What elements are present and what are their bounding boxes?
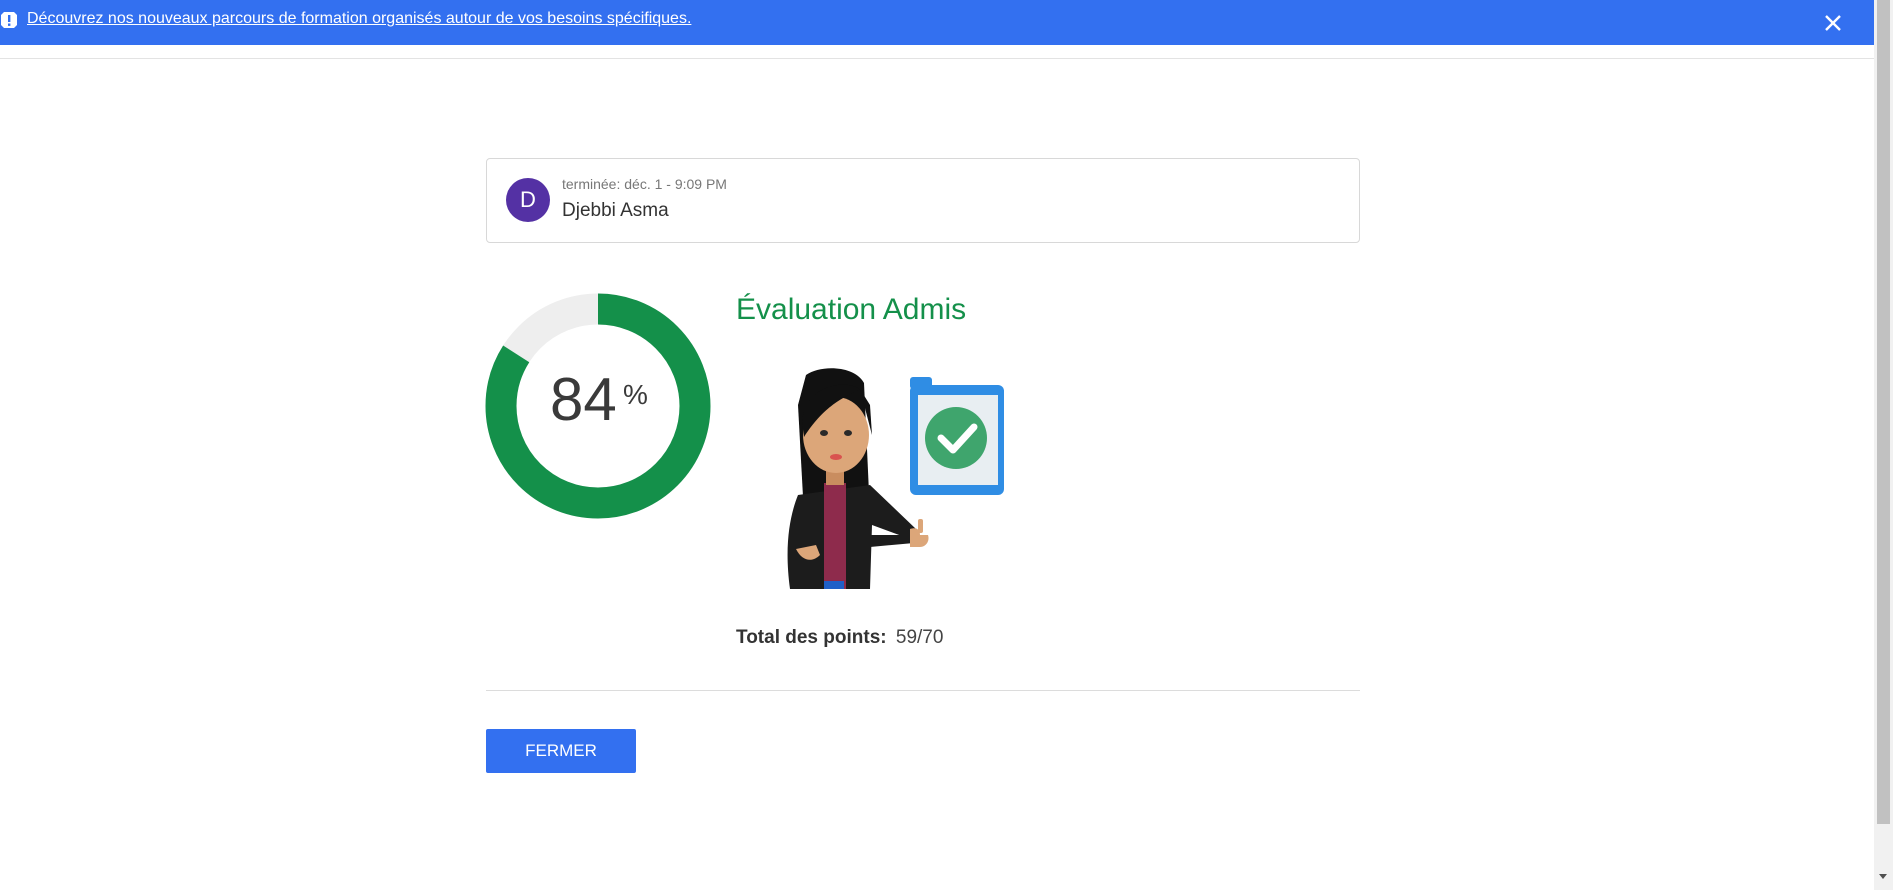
header-divider: [0, 58, 1874, 59]
passed-student-illustration: [787, 368, 1004, 589]
result-title: Évaluation Admis: [736, 293, 967, 326]
section-divider: [486, 690, 1360, 691]
score-percent-unit: %: [623, 379, 648, 410]
person-figure: [787, 368, 929, 589]
banner-link[interactable]: Découvrez nos nouveaux parcours de forma…: [27, 10, 691, 28]
total-points: Total des points: 59/70: [736, 627, 943, 649]
avatar: D: [506, 178, 550, 222]
exclamation-icon: [1, 12, 17, 28]
close-icon[interactable]: [1819, 9, 1847, 37]
total-points-label: Total des points:: [736, 627, 887, 648]
clipboard-check-icon: [910, 377, 1004, 495]
close-button[interactable]: FERMER: [486, 729, 636, 773]
scrollbar[interactable]: [1874, 0, 1893, 890]
learner-name: Djebbi Asma: [562, 200, 669, 221]
completion-time: terminée: déc. 1 - 9:09 PM: [562, 176, 727, 192]
scrollbar-thumb[interactable]: [1877, 0, 1890, 824]
scroll-down-arrow-icon[interactable]: [1879, 874, 1887, 879]
announcement-banner: Découvrez nos nouveaux parcours de forma…: [0, 0, 1874, 45]
total-points-value: 59/70: [895, 627, 944, 648]
score-percent: 84: [550, 366, 617, 433]
submission-card: D terminée: déc. 1 - 9:09 PM Djebbi Asma: [486, 158, 1360, 243]
